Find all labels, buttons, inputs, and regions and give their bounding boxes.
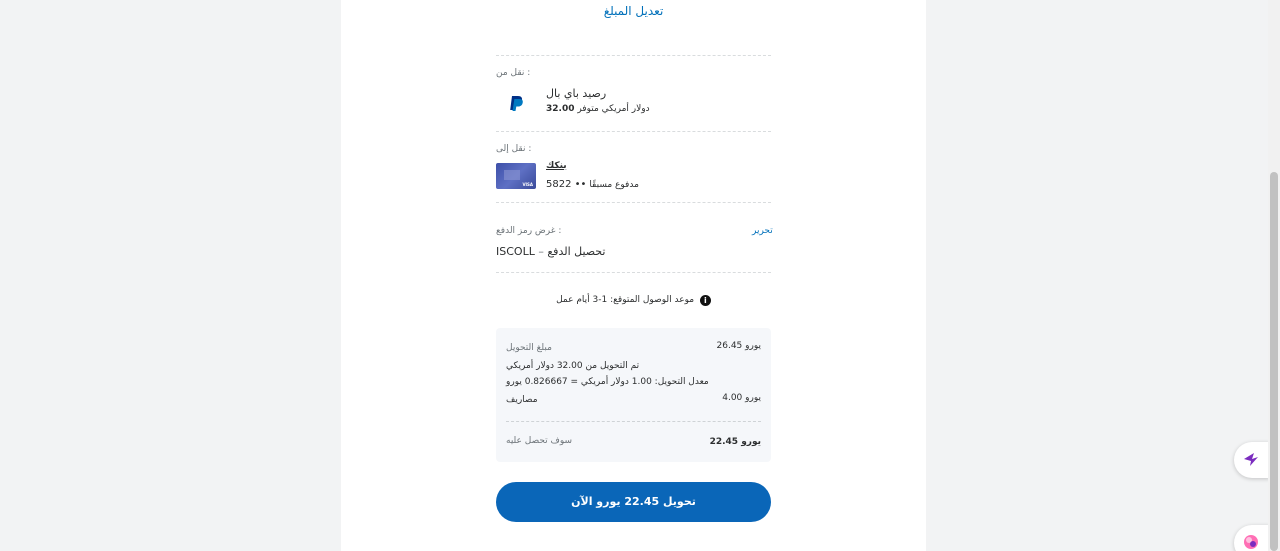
- summary-box: يورو 26.45 مبلغ التحويل تم التحويل من 32…: [496, 328, 771, 462]
- bank-name: بنكك: [546, 161, 567, 171]
- to-label: : نقل إلى: [496, 144, 532, 154]
- available-amount: 32.00: [546, 104, 575, 114]
- page-scrollbar[interactable]: [1268, 0, 1280, 551]
- purpose-value: ISCOLL – تحصيل الدفع: [496, 245, 605, 258]
- card-detail: 5822 •• مدفوع مسبقًا: [546, 179, 639, 190]
- paypal-balance-name: رصيد باي بال: [546, 87, 607, 100]
- edit-amount-link[interactable]: تعديل المبلغ: [496, 4, 771, 18]
- purpose-label: : غرض رمز الدفع: [496, 226, 562, 236]
- bird-icon: [1244, 453, 1258, 466]
- info-icon: i: [699, 295, 711, 306]
- divider: [496, 272, 771, 273]
- brain-icon: [1244, 535, 1258, 549]
- transfer-card: [341, 0, 926, 551]
- conversion-amount-label: مبلغ التحويل: [506, 343, 552, 353]
- conversion-rate-text: معدل التحويل: 1.00 دولار أمريكي = 0.8266…: [506, 377, 709, 387]
- scrollbar-thumb[interactable]: [1270, 172, 1278, 551]
- available-text: دولار أمريكي متوفر: [577, 104, 650, 114]
- assistant-button[interactable]: [1234, 525, 1270, 551]
- edit-purpose-link[interactable]: تحرير: [752, 226, 773, 236]
- eta-text: موعد الوصول المتوقع: 1-3 أيام عمل: [556, 295, 695, 305]
- transfer-now-button[interactable]: تحويل 22.45 يورو الآن: [496, 482, 771, 522]
- conversion-amount-value: يورو 26.45: [716, 341, 761, 351]
- fees-value: يورو 4.00: [722, 393, 761, 403]
- converted-from-text: تم التحويل من 32.00 دولار أمريكي: [506, 361, 640, 371]
- paypal-balance-detail: 32.00 دولار أمريكي متوفر: [546, 104, 650, 114]
- visa-card-icon: VISA: [496, 163, 536, 189]
- card-digits: 5822 ••: [546, 179, 587, 190]
- extension-button[interactable]: [1234, 442, 1270, 478]
- eta-row: i موعد الوصول المتوقع: 1-3 أيام عمل: [496, 295, 771, 306]
- summary-divider: [506, 421, 761, 422]
- paypal-icon: [503, 93, 529, 115]
- divider: [496, 202, 771, 203]
- purpose-code: ISCOLL: [496, 245, 535, 258]
- purpose-dash: –: [538, 245, 544, 258]
- from-label: : نقل من: [496, 68, 531, 78]
- receive-value: يورو 22.45: [709, 437, 761, 447]
- fees-label: مصاريف: [506, 395, 538, 405]
- receive-label: سوف تحصل عليه: [506, 436, 573, 446]
- purpose-text: تحصيل الدفع: [547, 245, 606, 258]
- card-type: مدفوع مسبقًا: [589, 180, 639, 190]
- divider: [496, 131, 771, 132]
- divider: [496, 55, 771, 56]
